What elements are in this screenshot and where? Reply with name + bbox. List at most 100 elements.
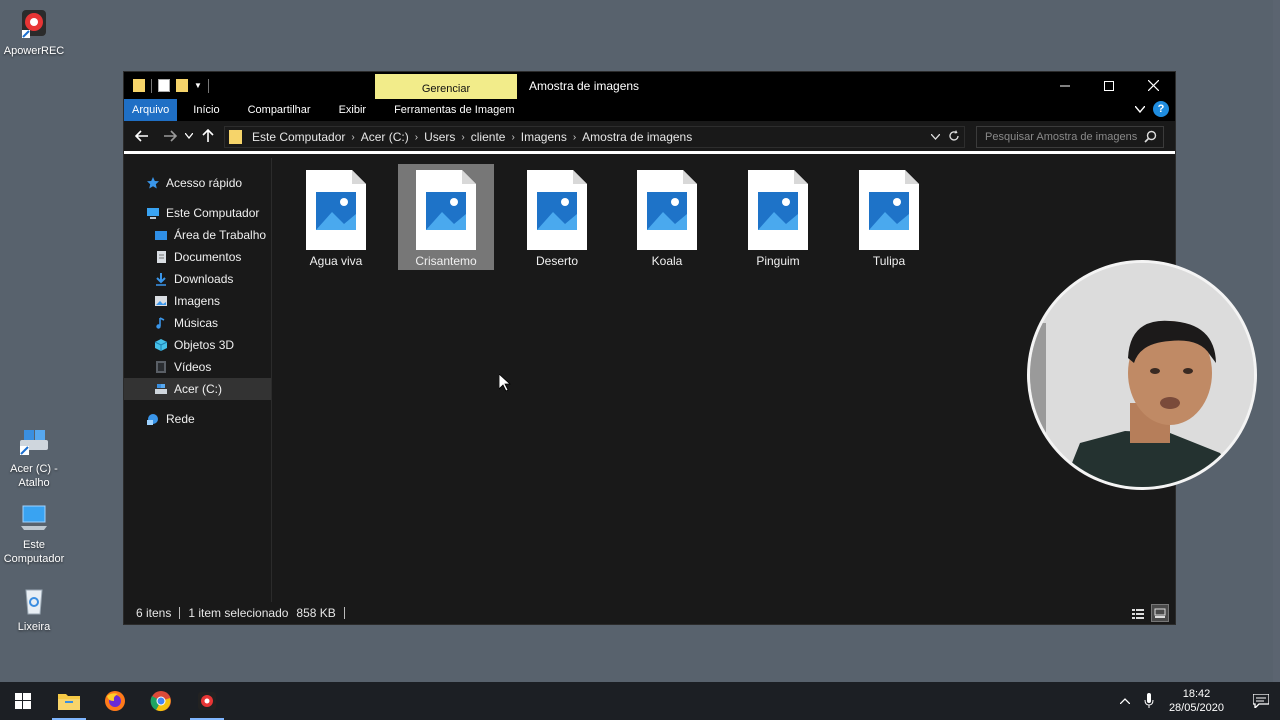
chevron-right-icon[interactable]: ›: [351, 132, 354, 143]
file-name: Agua viva: [309, 254, 363, 268]
nav-item-desktop[interactable]: Área de Trabalho: [124, 224, 271, 246]
file-item[interactable]: Deserto: [509, 164, 605, 270]
action-center-button[interactable]: [1242, 682, 1280, 720]
nav-item-pictures[interactable]: Imagens: [124, 290, 271, 312]
tab-file[interactable]: Arquivo: [124, 99, 178, 121]
breadcrumb-users[interactable]: Users: [424, 130, 455, 144]
details-view-icon: [1132, 608, 1144, 619]
file-item-selected[interactable]: Crisantemo: [398, 164, 494, 270]
selection-size: 858 KB: [296, 606, 336, 620]
item-count: 6 itens: [136, 606, 172, 620]
nav-item-music[interactable]: Músicas: [124, 312, 271, 334]
image-file-icon: [637, 170, 697, 250]
close-button[interactable]: [1131, 72, 1175, 99]
drive-shortcut-icon: [20, 430, 48, 455]
forward-button[interactable]: [158, 124, 182, 148]
ribbon-tabs: Arquivo Início Compartilhar Exibir Ferra…: [124, 99, 1175, 121]
breadcrumb-amostra[interactable]: Amostra de imagens: [582, 130, 692, 144]
details-view-button[interactable]: [1129, 604, 1147, 622]
desktop-icon-recycle-bin[interactable]: Lixeira: [0, 584, 70, 634]
search-icon: [1144, 130, 1157, 143]
desktop-icon-label: Acer (C) - Atalho: [10, 463, 58, 489]
file-item[interactable]: Tulipa: [841, 164, 937, 270]
desktop-icon-label: Lixeira: [17, 621, 51, 633]
minimize-button[interactable]: [1043, 72, 1087, 99]
taskbar-firefox[interactable]: [92, 682, 138, 720]
maximize-button[interactable]: [1087, 72, 1131, 99]
windows-logo-icon: [15, 693, 31, 709]
clock-date: 28/05/2020: [1168, 702, 1224, 714]
microphone-button[interactable]: [1137, 682, 1161, 720]
chevron-right-icon[interactable]: ›: [415, 132, 418, 143]
drive-icon: [155, 384, 167, 394]
chevron-down-icon: [185, 133, 193, 139]
nav-item-3d-objects[interactable]: Objetos 3D: [124, 334, 271, 356]
properties-icon[interactable]: [158, 79, 170, 92]
video-icon: [156, 361, 166, 373]
tab-home[interactable]: Início: [177, 99, 233, 121]
file-item[interactable]: Koala: [619, 164, 715, 270]
nav-item-quick-access[interactable]: Acesso rápido: [124, 172, 271, 194]
breadcrumb-imagens[interactable]: Imagens: [521, 130, 567, 144]
chevron-right-icon[interactable]: ›: [573, 132, 576, 143]
breadcrumb-this-pc[interactable]: Este Computador: [252, 130, 345, 144]
image-file-icon: [416, 170, 476, 250]
breadcrumb-drive[interactable]: Acer (C:): [361, 130, 409, 144]
help-icon[interactable]: ?: [1153, 101, 1169, 117]
large-icons-view-button[interactable]: [1151, 604, 1169, 622]
quick-access-toolbar: ▼: [124, 78, 209, 93]
folder-icon: [133, 79, 145, 92]
nav-item-downloads[interactable]: Downloads: [124, 268, 271, 290]
customize-toolbar-icon[interactable]: ▼: [194, 81, 202, 90]
file-name: Deserto: [535, 254, 579, 268]
context-tab-manage[interactable]: Gerenciar: [375, 74, 517, 99]
clock-time: 18:42: [1182, 688, 1211, 700]
tab-share[interactable]: Compartilhar: [234, 99, 325, 121]
address-bar[interactable]: Este Computador › Acer (C:) › Users › cl…: [224, 126, 965, 148]
new-folder-icon[interactable]: [176, 79, 188, 92]
desktop-icon-apowerrec[interactable]: ApowerREC: [0, 8, 70, 58]
selection-info: 1 item selecionado: [188, 606, 289, 620]
image-icon: [155, 296, 167, 306]
nav-item-network[interactable]: Rede: [124, 408, 271, 430]
nav-item-documents[interactable]: Documentos: [124, 246, 271, 268]
taskbar-chrome[interactable]: [138, 682, 184, 720]
nav-item-this-pc[interactable]: Este Computador: [124, 202, 271, 224]
file-name: Tulipa: [872, 254, 906, 268]
start-button[interactable]: [0, 682, 46, 720]
webcam-overlay: [1027, 260, 1257, 490]
download-icon: [156, 273, 166, 286]
show-hidden-icons-button[interactable]: [1113, 682, 1137, 720]
nav-item-videos[interactable]: Vídeos: [124, 356, 271, 378]
breadcrumb-cliente[interactable]: cliente: [471, 130, 506, 144]
nav-item-drive-c[interactable]: Acer (C:): [124, 378, 271, 400]
desktop-icon-label: Este Computador: [3, 539, 65, 565]
file-item[interactable]: Agua viva: [288, 164, 384, 270]
star-icon: [147, 177, 159, 189]
search-input[interactable]: Pesquisar Amostra de imagens: [976, 126, 1164, 148]
file-name: Pinguim: [756, 254, 800, 268]
expand-ribbon-icon[interactable]: [1135, 105, 1145, 113]
back-button[interactable]: [130, 124, 154, 148]
desktop-icon-this-pc[interactable]: Este Computador: [0, 502, 70, 566]
tab-picture-tools[interactable]: Ferramentas de Imagem: [380, 99, 528, 121]
chevron-right-icon[interactable]: ›: [461, 132, 464, 143]
refresh-icon[interactable]: [948, 130, 960, 142]
computer-icon: [147, 208, 159, 219]
large-icons-view-icon: [1154, 608, 1166, 618]
chevron-down-icon[interactable]: [931, 134, 940, 140]
taskbar: 18:42 28/05/2020: [0, 682, 1280, 720]
chevron-right-icon[interactable]: ›: [511, 132, 514, 143]
recent-locations-button[interactable]: [182, 124, 196, 148]
desktop-icon-acer-shortcut[interactable]: Acer (C) - Atalho: [0, 426, 70, 490]
file-item[interactable]: Pinguim: [730, 164, 826, 270]
webcam-person-image: [1030, 263, 1254, 487]
taskbar-apowerrec[interactable]: [184, 682, 230, 720]
taskbar-file-explorer[interactable]: [46, 682, 92, 720]
tab-view[interactable]: Exibir: [325, 99, 381, 121]
arrow-left-icon: [135, 130, 148, 142]
clock[interactable]: 18:42 28/05/2020: [1169, 687, 1224, 715]
up-button[interactable]: [196, 124, 220, 148]
music-icon: [156, 317, 165, 329]
cube-icon: [154, 339, 168, 351]
